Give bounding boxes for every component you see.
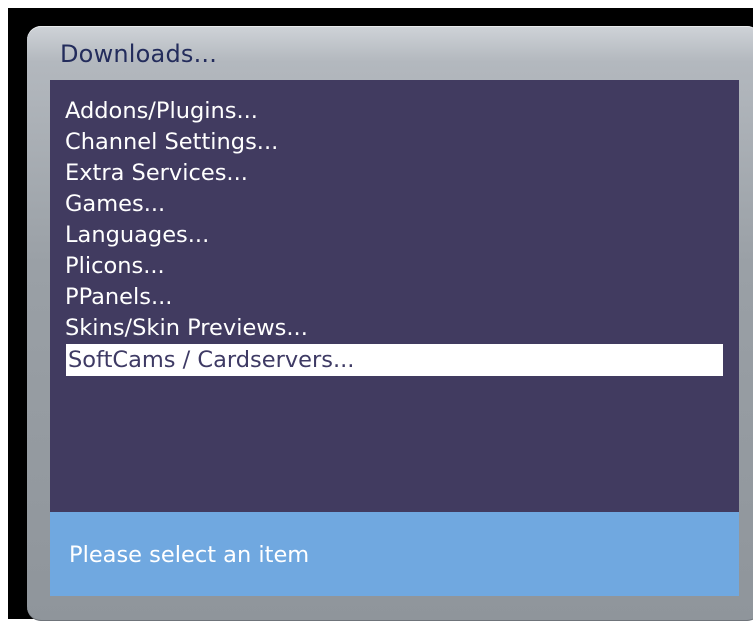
menu-list: Addons/Plugins... Channel Settings... Ex…: [50, 80, 739, 512]
menu-item-channel-settings[interactable]: Channel Settings...: [65, 126, 278, 158]
status-text: Please select an item: [69, 542, 310, 568]
menu-item-softcams-selected[interactable]: SoftCams / Cardservers...: [66, 344, 723, 376]
menu-item-games[interactable]: Games...: [65, 188, 165, 220]
menu-item-skins[interactable]: Skins/Skin Previews...: [65, 312, 308, 344]
downloads-dialog: Downloads... Addons/Plugins... Channel S…: [27, 26, 753, 621]
menu-item-ppanels[interactable]: PPanels...: [65, 281, 172, 313]
screen-frame: Downloads... Addons/Plugins... Channel S…: [8, 8, 753, 621]
menu-item-extra-services[interactable]: Extra Services...: [65, 157, 248, 189]
dialog-title: Downloads...: [60, 40, 218, 68]
menu-item-languages[interactable]: Languages...: [65, 219, 209, 251]
status-bar: Please select an item: [50, 512, 739, 596]
menu-item-plicons[interactable]: Plicons...: [65, 250, 165, 282]
menu-item-addons-plugins[interactable]: Addons/Plugins...: [65, 95, 258, 127]
